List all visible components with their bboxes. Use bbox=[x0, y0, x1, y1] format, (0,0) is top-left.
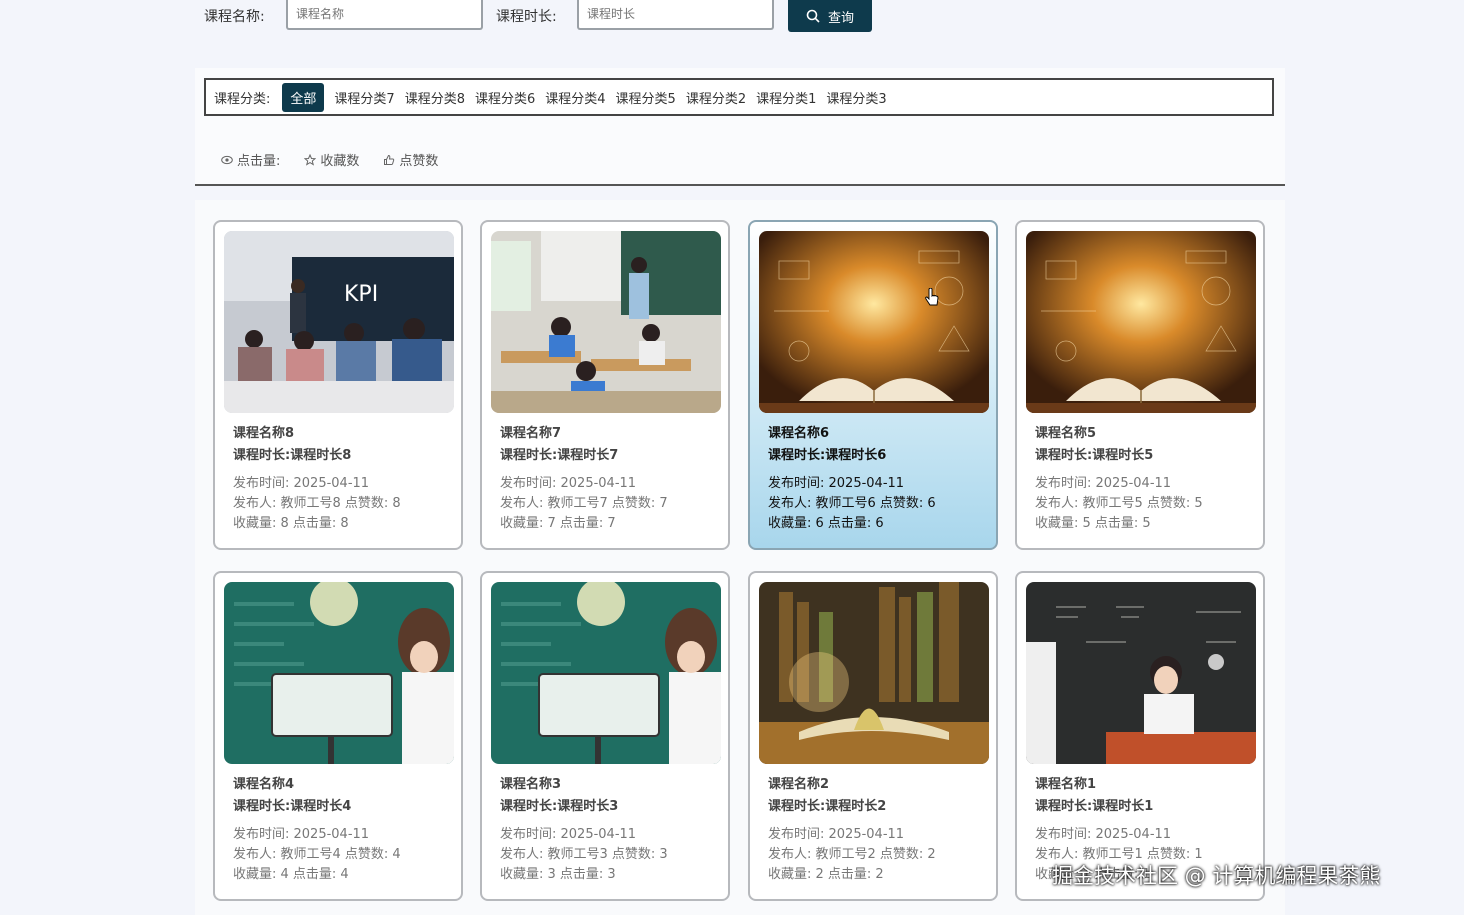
course-duration: 课程时长:课程时长1 bbox=[1035, 799, 1154, 814]
category-item[interactable]: 课程分类2 bbox=[686, 88, 746, 107]
course-stats: 收藏量: 2 点击量: 2 bbox=[768, 867, 884, 882]
course-card[interactable]: 课程名称5 课程时长:课程时长5 发布时间: 2025-04-11 发布人: 教… bbox=[1015, 220, 1265, 550]
filter-panel: 课程分类: 全部 课程分类7 课程分类8 课程分类6 课程分类4 课程分类5 课… bbox=[195, 68, 1285, 186]
course-thumbnail bbox=[491, 231, 721, 413]
course-card[interactable]: 课程名称1 课程时长:课程时长1 发布时间: 2025-04-11 发布人: 教… bbox=[1015, 571, 1265, 901]
course-publisher: 发布人: 教师工号4 点赞数: 4 bbox=[233, 847, 401, 862]
course-thumbnail bbox=[759, 231, 989, 413]
course-duration-label: 课程时长: bbox=[496, 9, 557, 25]
sort-favorites[interactable]: 收藏数 bbox=[304, 150, 359, 169]
course-thumbnail bbox=[491, 582, 721, 764]
watermark: 掘金技术社区 @ 计算机编程果茶熊 bbox=[1052, 864, 1381, 888]
star-icon bbox=[304, 153, 317, 166]
course-card[interactable]: KPI 课程名称8 课程时长:课程时长8 发布时间: 2025-04-11 发布… bbox=[213, 220, 463, 550]
course-name: 课程名称3 bbox=[500, 777, 562, 792]
course-name: 课程名称4 bbox=[233, 777, 295, 792]
category-item[interactable]: 课程分类7 bbox=[334, 88, 394, 107]
course-duration: 课程时长:课程时长7 bbox=[500, 448, 619, 463]
course-publish-time: 发布时间: 2025-04-11 bbox=[768, 476, 905, 491]
category-item[interactable]: 课程分类5 bbox=[616, 88, 676, 107]
course-thumbnail bbox=[224, 582, 454, 764]
course-duration: 课程时长:课程时长3 bbox=[500, 799, 619, 814]
course-publisher: 发布人: 教师工号5 点赞数: 5 bbox=[1035, 496, 1203, 511]
course-publish-time: 发布时间: 2025-04-11 bbox=[233, 476, 370, 491]
course-name: 课程名称6 bbox=[768, 426, 830, 441]
course-duration-input[interactable] bbox=[577, 0, 774, 30]
course-publisher: 发布人: 教师工号2 点赞数: 2 bbox=[768, 847, 936, 862]
category-item[interactable]: 课程分类3 bbox=[826, 88, 886, 107]
course-publish-time: 发布时间: 2025-04-11 bbox=[233, 827, 370, 842]
course-thumbnail bbox=[1026, 231, 1256, 413]
sort-options: 点击量: 收藏数 点赞数 bbox=[221, 150, 438, 169]
sort-clicks[interactable]: 点击量: bbox=[221, 150, 280, 169]
course-card[interactable]: 课程名称4 课程时长:课程时长4 发布时间: 2025-04-11 发布人: 教… bbox=[213, 571, 463, 901]
category-item[interactable]: 课程分类8 bbox=[405, 88, 465, 107]
course-thumbnail bbox=[759, 582, 989, 764]
course-duration: 课程时长:课程时长8 bbox=[233, 448, 352, 463]
course-card[interactable]: 课程名称7 课程时长:课程时长7 发布时间: 2025-04-11 发布人: 教… bbox=[480, 220, 730, 550]
course-duration: 课程时长:课程时长5 bbox=[1035, 448, 1154, 463]
course-name: 课程名称1 bbox=[1035, 777, 1097, 792]
course-duration: 课程时长:课程时长6 bbox=[768, 448, 887, 463]
course-duration: 课程时长:课程时长2 bbox=[768, 799, 887, 814]
eye-icon bbox=[221, 155, 233, 164]
course-stats: 收藏量: 6 点击量: 6 bbox=[768, 516, 884, 531]
course-publish-time: 发布时间: 2025-04-11 bbox=[500, 827, 637, 842]
course-publisher: 发布人: 教师工号6 点赞数: 6 bbox=[768, 496, 936, 511]
course-stats: 收藏量: 3 点击量: 3 bbox=[500, 867, 616, 882]
sort-likes[interactable]: 点赞数 bbox=[383, 150, 438, 169]
course-publish-time: 发布时间: 2025-04-11 bbox=[500, 476, 637, 491]
course-publish-time: 发布时间: 2025-04-11 bbox=[1035, 827, 1172, 842]
sort-favorites-label: 收藏数 bbox=[320, 154, 360, 169]
category-label: 课程分类: bbox=[214, 91, 271, 107]
search-button-label: 查询 bbox=[827, 10, 854, 26]
course-publisher: 发布人: 教师工号3 点赞数: 3 bbox=[500, 847, 668, 862]
thumbs-up-icon bbox=[384, 154, 395, 165]
course-card-highlighted[interactable]: 课程名称6 课程时长:课程时长6 发布时间: 2025-04-11 发布人: 教… bbox=[748, 220, 998, 550]
search-button[interactable]: 查询 bbox=[788, 0, 872, 32]
category-item[interactable]: 课程分类4 bbox=[545, 88, 605, 107]
search-icon bbox=[806, 9, 820, 23]
course-publish-time: 发布时间: 2025-04-11 bbox=[1035, 476, 1172, 491]
course-name: 课程名称8 bbox=[233, 426, 295, 441]
course-name: 课程名称7 bbox=[500, 426, 562, 441]
course-publisher: 发布人: 教师工号8 点赞数: 8 bbox=[233, 496, 401, 511]
sort-likes-label: 点赞数 bbox=[399, 154, 439, 169]
course-name: 课程名称5 bbox=[1035, 426, 1097, 441]
course-name: 课程名称2 bbox=[768, 777, 830, 792]
category-item[interactable]: 课程分类6 bbox=[475, 88, 535, 107]
course-stats: 收藏量: 5 点击量: 5 bbox=[1035, 516, 1151, 531]
category-all[interactable]: 全部 bbox=[282, 82, 325, 112]
course-thumbnail bbox=[1026, 582, 1256, 764]
course-publisher: 发布人: 教师工号7 点赞数: 7 bbox=[500, 496, 668, 511]
hand-cursor-icon bbox=[925, 288, 939, 306]
category-filter: 课程分类: 全部 课程分类7 课程分类8 课程分类6 课程分类4 课程分类5 课… bbox=[204, 78, 1274, 116]
course-duration: 课程时长:课程时长4 bbox=[233, 799, 352, 814]
course-card[interactable]: 课程名称3 课程时长:课程时长3 发布时间: 2025-04-11 发布人: 教… bbox=[480, 571, 730, 901]
search-bar: 课程名称: 课程时长: 查询 bbox=[0, 0, 1464, 40]
course-card[interactable]: 课程名称2 课程时长:课程时长2 发布时间: 2025-04-11 发布人: 教… bbox=[748, 571, 998, 901]
course-name-input[interactable] bbox=[286, 0, 483, 30]
kpi-board-text: KPI bbox=[344, 282, 378, 307]
course-stats: 收藏量: 7 点击量: 7 bbox=[500, 516, 616, 531]
course-name-label: 课程名称: bbox=[204, 9, 265, 25]
course-stats: 收藏量: 8 点击量: 8 bbox=[233, 516, 349, 531]
sort-clicks-label: 点击量: bbox=[237, 154, 281, 169]
course-thumbnail: KPI bbox=[224, 231, 454, 413]
course-stats: 收藏量: 4 点击量: 4 bbox=[233, 867, 349, 882]
course-publish-time: 发布时间: 2025-04-11 bbox=[768, 827, 905, 842]
course-grid: KPI 课程名称8 课程时长:课程时长8 发布时间: 2025-04-11 发布… bbox=[195, 200, 1285, 915]
category-item[interactable]: 课程分类1 bbox=[756, 88, 816, 107]
